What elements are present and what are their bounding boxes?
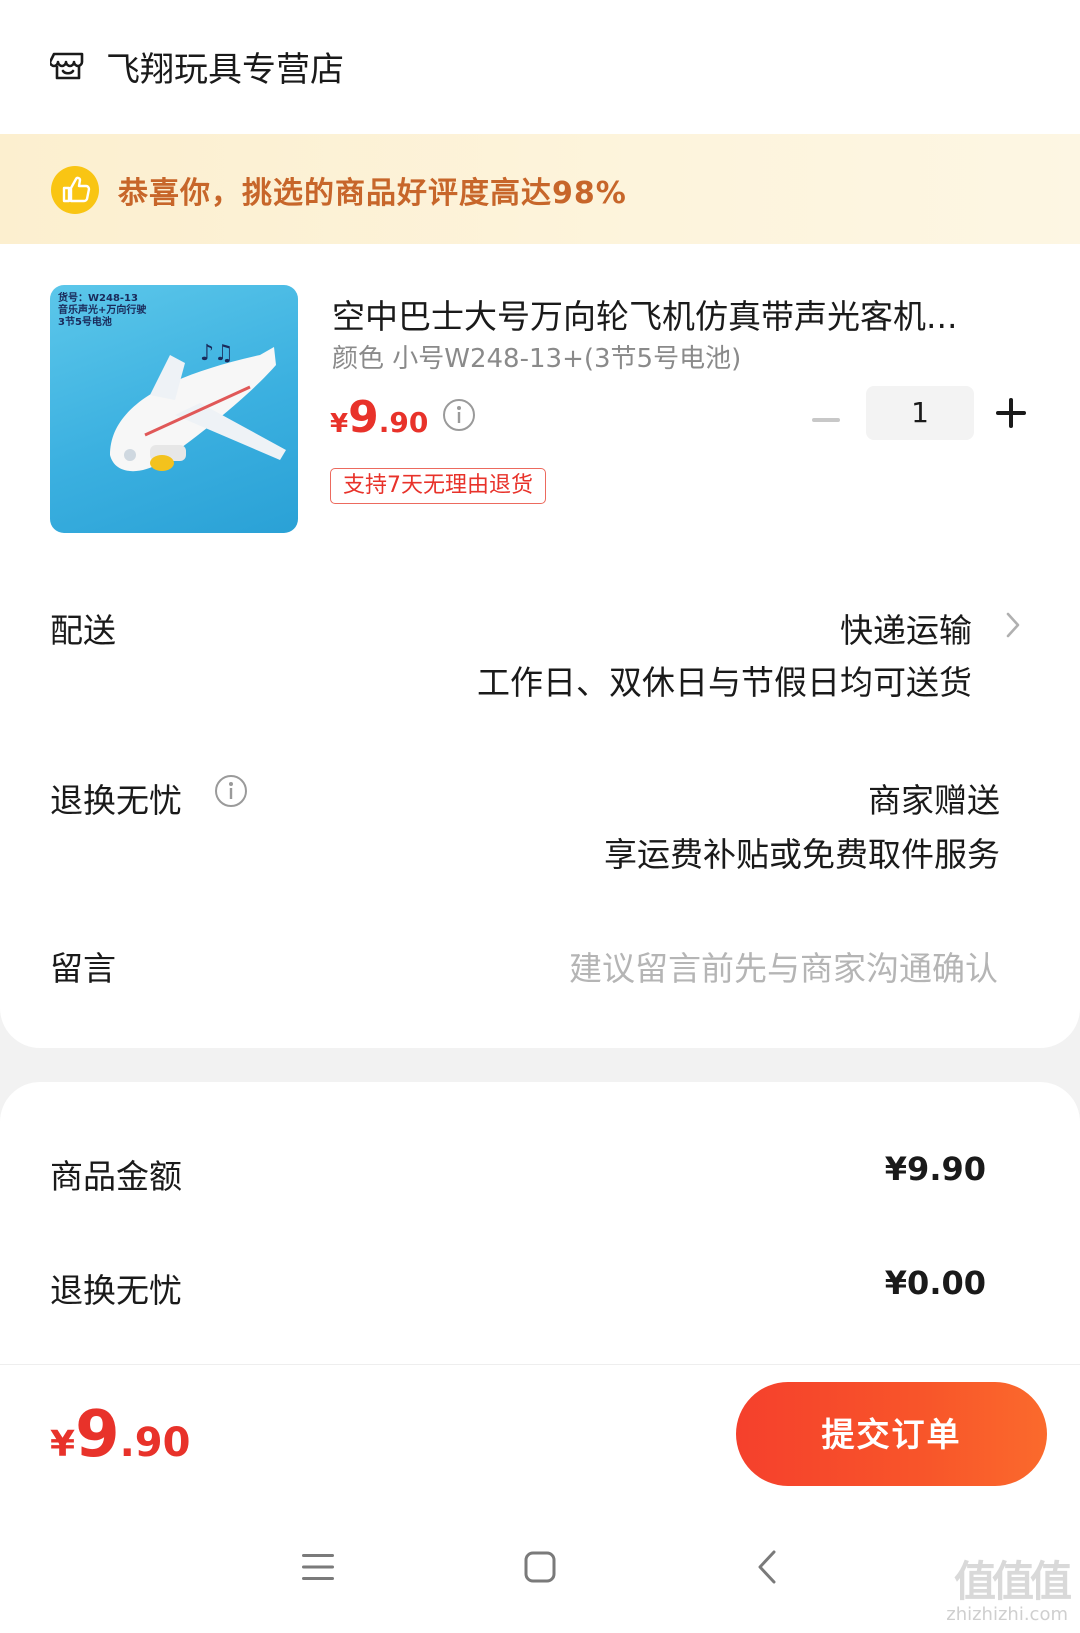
- submit-order-button[interactable]: 提交订单: [736, 1382, 1047, 1486]
- watermark-logo: 值值值: [953, 1557, 1072, 1606]
- message-input[interactable]: 建议留言前先与商家沟通确认: [569, 942, 998, 990]
- delivery-label: 配送: [50, 611, 116, 650]
- rating-banner: 恭喜你，挑选的商品好评度高达98%: [0, 134, 1080, 244]
- delivery-method[interactable]: 快递运输: [840, 604, 972, 652]
- return-policy-badge: 支持7天无理由退货: [330, 468, 546, 504]
- svg-text:♪♫: ♪♫: [200, 341, 234, 366]
- back-icon[interactable]: [756, 1549, 778, 1585]
- total-price: ¥ 9 .90: [50, 1398, 190, 1472]
- product-image[interactable]: 货号：W248-13 音乐声光+万向行驶 3节5号电池 ♪♫: [50, 285, 298, 533]
- product-spec[interactable]: 颜色 小号W248-13+(3节5号电池): [332, 338, 741, 375]
- delivery-note: 工作日、双休日与节假日均可送货: [477, 663, 972, 702]
- total-integer: 9: [75, 1398, 120, 1472]
- worry-free-info-icon[interactable]: [214, 774, 248, 808]
- chevron-right-icon[interactable]: [1004, 610, 1022, 640]
- store-icon: [50, 52, 84, 80]
- worry-free-fee-value: ¥0.00: [884, 1264, 986, 1302]
- total-decimal: .90: [119, 1420, 191, 1466]
- goods-amount-value: ¥9.90: [884, 1150, 986, 1188]
- quantity-input[interactable]: 1: [866, 386, 974, 440]
- system-nav-bar: [0, 1501, 1080, 1633]
- price-info-icon[interactable]: [442, 398, 476, 432]
- quantity-minus-button[interactable]: [812, 406, 840, 434]
- total-symbol: ¥: [50, 1424, 76, 1465]
- worry-free-note: 享运费补贴或免费取件服务: [604, 835, 1000, 874]
- message-label: 留言: [50, 949, 116, 988]
- price-integer: 9: [348, 392, 379, 443]
- order-card: 飞翔玩具专营店 恭喜你，挑选的商品好评度高达98% 货号：W248-13 音乐声…: [0, 0, 1080, 1048]
- store-name: 飞翔玩具专营店: [106, 49, 344, 90]
- watermark-url: zhizhizhi.com: [946, 1604, 1068, 1625]
- store-header[interactable]: 飞翔玩具专营店: [50, 38, 344, 94]
- home-icon[interactable]: [524, 1551, 556, 1583]
- product-title[interactable]: 空中巴士大号万向轮飞机仿真带声光客机...: [332, 290, 1032, 338]
- product-price: ¥ 9 .90: [330, 392, 428, 443]
- menu-icon[interactable]: [302, 1553, 334, 1581]
- thumbs-up-icon: [51, 166, 99, 214]
- worry-free-value: 商家赠送: [868, 781, 1000, 820]
- worry-free-label: 退换无忧: [50, 781, 182, 820]
- price-symbol: ¥: [330, 409, 349, 439]
- worry-free-fee-label: 退换无忧: [50, 1271, 182, 1310]
- goods-amount-label: 商品金额: [50, 1157, 182, 1196]
- price-decimal: .90: [378, 406, 429, 439]
- rating-text: 恭喜你，挑选的商品好评度高达98%: [118, 176, 627, 211]
- summary-card: 商品金额 ¥9.90 退换无忧 ¥0.00: [0, 1082, 1080, 1372]
- quantity-plus-button[interactable]: [996, 398, 1026, 428]
- product-image-label: 货号：W248-13 音乐声光+万向行驶 3节5号电池: [58, 293, 147, 328]
